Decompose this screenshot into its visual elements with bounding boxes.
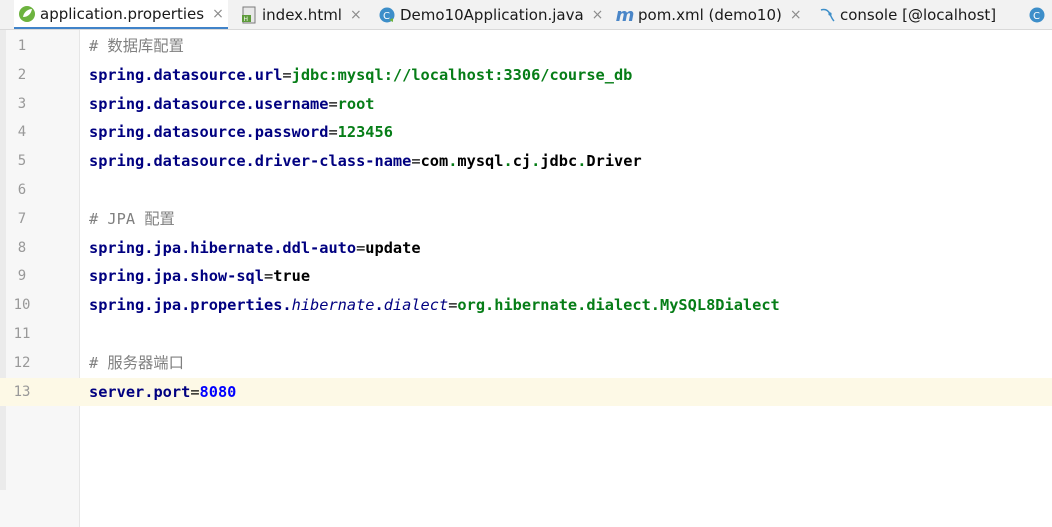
line-number: 7 bbox=[17, 210, 27, 227]
line-number: 12 bbox=[13, 354, 31, 371]
code-token: . bbox=[503, 152, 513, 171]
code-token: 8080 bbox=[199, 382, 237, 401]
code-text: spring.jpa.show-sql=true bbox=[89, 262, 310, 291]
tab-label: application.properties bbox=[40, 4, 205, 23]
line-number: 4 bbox=[17, 124, 27, 141]
code-line[interactable]: 7 # JPA 配置 bbox=[0, 205, 1052, 234]
code-text: spring.datasource.driver-class-name=com.… bbox=[89, 147, 642, 176]
close-icon[interactable]: × bbox=[212, 6, 224, 22]
code-line[interactable]: 2 spring.datasource.url=jdbc:mysql://loca… bbox=[0, 61, 1052, 90]
code-line[interactable]: 4 spring.datasource.password=123456 bbox=[0, 118, 1052, 147]
code-line[interactable]: 9 spring.jpa.show-sql=true bbox=[0, 262, 1052, 291]
line-number: 11 bbox=[13, 325, 31, 342]
code-token: = bbox=[263, 267, 274, 286]
code-token: . bbox=[531, 152, 541, 171]
code-token: jdbc:mysql://localhost:3306/course_db bbox=[291, 65, 633, 84]
svg-text:C: C bbox=[1033, 11, 1040, 22]
code-text: spring.jpa.hibernate.ddl-auto=update bbox=[89, 234, 421, 263]
line-number: 1 bbox=[17, 38, 27, 54]
code-token: spring.datasource.driver-class-name bbox=[89, 152, 412, 171]
tab-label: index.html bbox=[262, 6, 342, 24]
close-icon[interactable]: × bbox=[790, 7, 802, 23]
tab-overflow[interactable]: C bbox=[1024, 0, 1052, 29]
code-token: = bbox=[282, 65, 292, 84]
code-token: spring.jpa.show-sql bbox=[89, 267, 264, 286]
close-icon[interactable]: × bbox=[350, 7, 362, 23]
tab-demo10application-java[interactable]: C Demo10Application.java × bbox=[374, 0, 606, 29]
code-line[interactable]: 6 bbox=[0, 176, 1052, 205]
code-token: # 服务器端口 bbox=[89, 353, 184, 372]
code-token: com bbox=[420, 152, 449, 171]
code-token: spring.datasource.username bbox=[89, 94, 329, 113]
java-class-icon: C bbox=[1028, 6, 1046, 24]
svg-text:H: H bbox=[244, 16, 249, 23]
code-token: org.hibernate.dialect.MySQL8Dialect bbox=[457, 296, 780, 315]
close-icon[interactable]: × bbox=[592, 7, 604, 23]
code-text: # 服务器端口 bbox=[89, 349, 184, 378]
line-number: 2 bbox=[17, 66, 27, 83]
code-token: spring.datasource.password bbox=[89, 123, 329, 142]
code-token: Driver bbox=[586, 152, 642, 171]
code-token: spring.jpa.hibernate.ddl-auto bbox=[89, 238, 357, 257]
editor-tab-bar: application.properties × H index.html × … bbox=[0, 0, 1052, 30]
tab-label: pom.xml (demo10) bbox=[638, 6, 782, 24]
code-editor[interactable]: 1 # 数据库配置 2 spring.datasource.url=jdbc:mysq… bbox=[0, 32, 1052, 407]
code-token: update bbox=[365, 238, 421, 257]
tab-pom-xml[interactable]: m pom.xml (demo10) × bbox=[612, 0, 808, 29]
code-token: cj bbox=[512, 152, 532, 171]
tab-console[interactable]: console [@localhost] bbox=[814, 0, 1024, 29]
code-text: spring.datasource.username=root bbox=[89, 90, 375, 119]
java-class-icon: C bbox=[378, 6, 396, 24]
tab-label: console [@localhost] bbox=[840, 6, 997, 24]
line-number: 10 bbox=[13, 297, 31, 314]
code-token: hibernate bbox=[291, 296, 375, 315]
code-token: root bbox=[337, 94, 375, 113]
code-line[interactable]: 11 bbox=[0, 320, 1052, 349]
code-token: dialect bbox=[383, 296, 449, 315]
svg-text:C: C bbox=[383, 11, 390, 22]
console-icon bbox=[818, 6, 836, 24]
line-number: 8 bbox=[17, 239, 27, 256]
code-token: = bbox=[411, 152, 421, 171]
code-token: = bbox=[190, 382, 200, 401]
line-number: 3 bbox=[17, 95, 27, 112]
code-text: spring.jpa.properties.hibernate.dialect=… bbox=[89, 291, 780, 320]
line-number: 6 bbox=[17, 181, 27, 198]
spring-leaf-icon bbox=[18, 5, 36, 23]
code-token: = bbox=[328, 123, 338, 142]
code-line[interactable]: 5 spring.datasource.driver-class-name=com… bbox=[0, 147, 1052, 176]
tab-application-properties[interactable]: application.properties × bbox=[14, 0, 228, 29]
code-line[interactable]: 10 spring.jpa.properties.hibernate.dialec… bbox=[0, 291, 1052, 320]
tab-index-html[interactable]: H index.html × bbox=[236, 0, 366, 29]
line-number: 13 bbox=[13, 383, 31, 400]
code-line[interactable]: 12 # 服务器端口 bbox=[0, 349, 1052, 378]
code-token: = bbox=[328, 94, 338, 113]
code-token: spring.jpa.properties. bbox=[89, 296, 292, 315]
code-token: jdbc bbox=[540, 152, 578, 171]
code-text: spring.datasource.url=jdbc:mysql://local… bbox=[89, 61, 632, 90]
code-line[interactable]: 8 spring.jpa.hibernate.ddl-auto=update bbox=[0, 234, 1052, 263]
code-line[interactable]: 3 spring.datasource.username=root bbox=[0, 90, 1052, 119]
code-token: = bbox=[356, 238, 366, 257]
line-number: 9 bbox=[17, 268, 27, 285]
code-token: mysql bbox=[457, 152, 504, 171]
code-text: # 数据库配置 bbox=[89, 32, 184, 61]
code-token: . bbox=[374, 296, 384, 315]
html-file-icon: H bbox=[240, 6, 258, 24]
code-line[interactable]: 13 server.port=8080 bbox=[0, 377, 1052, 407]
code-token: spring.datasource.url bbox=[89, 65, 283, 84]
code-text: # JPA 配置 bbox=[89, 205, 175, 234]
code-text: server.port=8080 bbox=[89, 378, 236, 407]
code-text: spring.datasource.password=123456 bbox=[89, 118, 393, 147]
code-line[interactable]: 1 # 数据库配置 bbox=[0, 32, 1052, 61]
tab-label: Demo10Application.java bbox=[400, 6, 584, 24]
code-token: 123456 bbox=[337, 123, 393, 142]
line-number: 5 bbox=[17, 153, 27, 170]
code-token: # 数据库配置 bbox=[89, 37, 184, 55]
code-token: true bbox=[273, 267, 311, 286]
code-token: # JPA 配置 bbox=[89, 209, 175, 228]
code-token: server.port bbox=[89, 382, 191, 401]
maven-icon: m bbox=[615, 4, 635, 26]
